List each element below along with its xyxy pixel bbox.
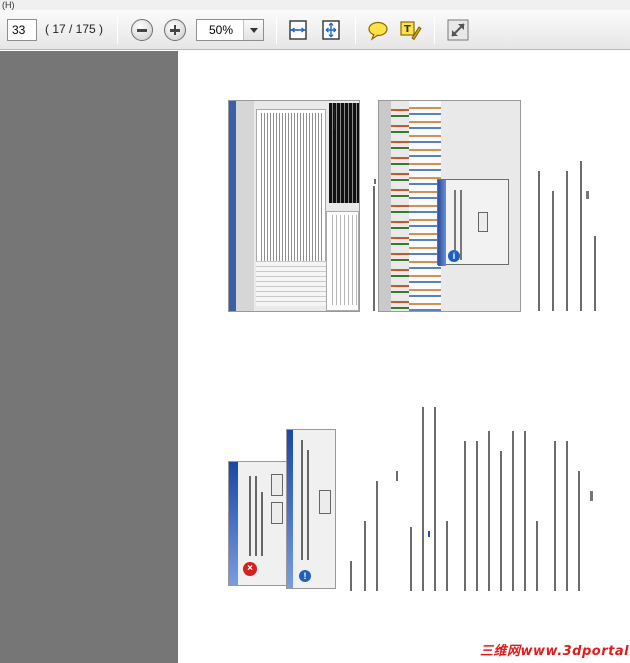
zoom-in-button[interactable] <box>164 19 186 41</box>
page-number-input[interactable] <box>7 19 37 41</box>
zoom-value: 50% <box>209 23 234 37</box>
fullscreen-icon[interactable] <box>446 18 470 42</box>
screenshot-dialog: i <box>437 179 509 266</box>
page-count-label: ( 17 / 175 ) <box>45 22 104 36</box>
page-screenshot-editor <box>228 100 360 312</box>
pdf-reader-window: (H) ( 17 / 175 ) 50% <box>0 0 630 663</box>
comment-icon[interactable] <box>366 18 390 42</box>
zoom-out-button[interactable] <box>131 19 153 41</box>
toolbar-divider <box>434 17 435 44</box>
menu-strip: (H) <box>0 0 630 10</box>
toolbar: ( 17 / 175 ) 50% <box>0 10 630 50</box>
chevron-down-icon[interactable] <box>243 20 263 40</box>
svg-text:T: T <box>404 24 411 35</box>
document-background <box>0 51 178 663</box>
page-screenshot-warning-dialog: ! <box>286 429 336 589</box>
watermark-logo: 三维网www.3dportal.cn <box>480 644 630 659</box>
help-menu[interactable]: (H) <box>2 0 15 10</box>
highlight-icon[interactable]: T <box>398 18 422 42</box>
fit-width-icon[interactable] <box>286 18 310 42</box>
toolbar-divider <box>276 17 277 44</box>
zoom-out-icon <box>137 29 147 32</box>
toolbar-divider <box>117 17 118 44</box>
pdf-page[interactable]: i × ! <box>178 51 630 663</box>
warning-icon: ! <box>299 570 311 582</box>
page-screenshot-dialog: i <box>378 100 521 312</box>
fit-page-icon[interactable] <box>319 18 343 42</box>
toolbar-divider <box>355 17 356 44</box>
zoom-select[interactable]: 50% <box>196 19 264 41</box>
error-icon: × <box>243 562 257 576</box>
